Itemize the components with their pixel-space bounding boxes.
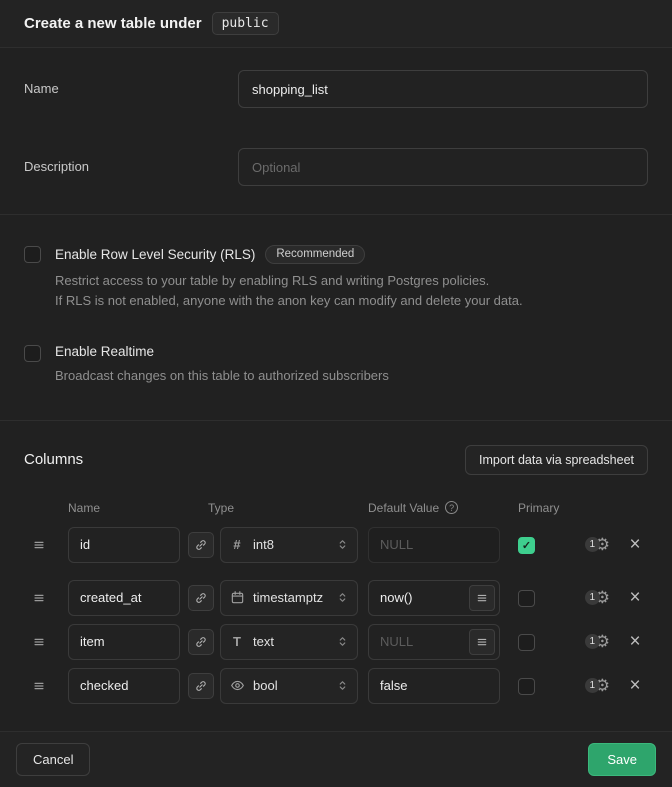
column-default-wrap: [368, 624, 500, 660]
column-row: T text 1 ⚙ ×: [24, 624, 648, 660]
primary-checkbox[interactable]: ✓: [518, 537, 535, 554]
column-name-input[interactable]: [68, 527, 180, 563]
column-row: bool 1 ⚙ ×: [24, 668, 648, 704]
foreign-key-link-button[interactable]: [188, 585, 214, 611]
column-row: timestamptz 1 ⚙ ×: [24, 580, 648, 616]
foreign-key-link-button[interactable]: [188, 673, 214, 699]
toggles-section: Enable Row Level Security (RLS) Recommen…: [0, 215, 672, 421]
columns-section: Columns Import data via spreadsheet Name…: [0, 421, 672, 732]
column-type-select[interactable]: timestamptz: [220, 580, 358, 616]
rls-toggle-row: Enable Row Level Security (RLS) Recommen…: [24, 245, 648, 310]
remove-column-button[interactable]: ×: [624, 588, 646, 607]
column-default-input[interactable]: [368, 668, 500, 704]
foreign-key-link-button[interactable]: [188, 629, 214, 655]
column-settings-button[interactable]: 1 ⚙: [585, 536, 610, 553]
column-settings-button[interactable]: 1 ⚙: [585, 633, 610, 650]
rls-label: Enable Row Level Security (RLS): [55, 247, 255, 262]
table-info-section: Name Description: [0, 48, 672, 215]
chevron-updown-icon: [336, 635, 349, 648]
column-default-wrap: [368, 580, 500, 616]
list-icon: [476, 636, 488, 648]
modal-footer: Cancel Save: [0, 731, 672, 787]
chevron-updown-icon: [336, 679, 349, 692]
realtime-toggle-body: Enable Realtime Broadcast changes on thi…: [55, 344, 389, 386]
description-field-row: Description: [24, 148, 648, 186]
primary-checkbox[interactable]: [518, 678, 535, 695]
settings-count-badge: 1: [585, 537, 600, 552]
column-settings-button[interactable]: 1 ⚙: [585, 677, 610, 694]
header-primary: Primary: [518, 501, 559, 515]
header-default-value: Default Value ?: [368, 501, 518, 515]
remove-column-button[interactable]: ×: [624, 535, 646, 554]
settings-count-badge: 1: [585, 678, 600, 693]
realtime-label: Enable Realtime: [55, 344, 154, 359]
column-type-select[interactable]: # int8: [220, 527, 358, 563]
chevron-updown-icon: [336, 538, 349, 551]
recommended-badge: Recommended: [265, 245, 365, 264]
chevron-updown-icon: [336, 591, 349, 604]
drag-handle-icon[interactable]: [32, 538, 46, 552]
column-name-input[interactable]: [68, 580, 180, 616]
realtime-checkbox[interactable]: [24, 345, 41, 362]
settings-count-badge: 1: [585, 590, 600, 605]
primary-checkbox[interactable]: [518, 590, 535, 607]
column-name-input[interactable]: [68, 668, 180, 704]
link-icon: [194, 538, 208, 552]
rls-toggle-body: Enable Row Level Security (RLS) Recommen…: [55, 245, 523, 310]
rls-description: Restrict access to your table by enablin…: [55, 271, 523, 310]
column-type-icon: #: [229, 537, 245, 552]
foreign-key-link-button[interactable]: [188, 532, 214, 558]
default-picker-button[interactable]: [469, 585, 495, 611]
help-icon[interactable]: ?: [445, 501, 458, 514]
realtime-toggle-row: Enable Realtime Broadcast changes on thi…: [24, 344, 648, 386]
cancel-button[interactable]: Cancel: [16, 743, 90, 776]
column-type-label: int8: [253, 537, 328, 552]
remove-column-button[interactable]: ×: [624, 676, 646, 695]
column-type-label: timestamptz: [253, 590, 328, 605]
default-picker-button[interactable]: [469, 629, 495, 655]
column-row: # int8 ✓ 1 ⚙ ×: [24, 527, 648, 563]
column-type-label: bool: [253, 678, 328, 693]
drag-handle-icon[interactable]: [32, 635, 46, 649]
link-icon: [194, 635, 208, 649]
save-button[interactable]: Save: [588, 743, 656, 776]
columns-title: Columns: [24, 451, 83, 468]
table-description-input[interactable]: [238, 148, 648, 186]
column-type-select[interactable]: T text: [220, 624, 358, 660]
realtime-description: Broadcast changes on this table to autho…: [55, 366, 389, 386]
column-default-input[interactable]: [368, 527, 500, 563]
link-icon: [194, 679, 208, 693]
columns-grid-headers: Name Type Default Value ? Primary: [24, 501, 648, 515]
remove-column-button[interactable]: ×: [624, 632, 646, 651]
header-type: Type: [208, 501, 368, 515]
column-default-wrap: [368, 668, 500, 704]
drag-handle-icon[interactable]: [32, 591, 46, 605]
name-field-row: Name: [24, 70, 648, 108]
column-type-icon: [229, 678, 245, 693]
column-rows: # int8 ✓ 1 ⚙ × timestamptz: [24, 527, 648, 704]
column-type-select[interactable]: bool: [220, 668, 358, 704]
schema-badge: public: [212, 12, 279, 35]
table-name-input[interactable]: [238, 70, 648, 108]
list-icon: [476, 592, 488, 604]
settings-count-badge: 1: [585, 634, 600, 649]
column-default-wrap: [368, 527, 500, 563]
column-settings-button[interactable]: 1 ⚙: [585, 589, 610, 606]
column-type-icon: [229, 590, 245, 605]
drag-handle-icon[interactable]: [32, 679, 46, 693]
description-label: Description: [24, 148, 238, 186]
name-label: Name: [24, 70, 238, 108]
header-name: Name: [68, 501, 208, 515]
column-type-icon: T: [229, 634, 245, 649]
link-icon: [194, 591, 208, 605]
column-name-input[interactable]: [68, 624, 180, 660]
page-title: Create a new table under: [24, 15, 202, 32]
column-type-label: text: [253, 634, 328, 649]
primary-checkbox[interactable]: [518, 634, 535, 651]
import-spreadsheet-button[interactable]: Import data via spreadsheet: [465, 445, 648, 475]
rls-checkbox[interactable]: [24, 246, 41, 263]
modal-header: Create a new table under public: [0, 0, 672, 48]
